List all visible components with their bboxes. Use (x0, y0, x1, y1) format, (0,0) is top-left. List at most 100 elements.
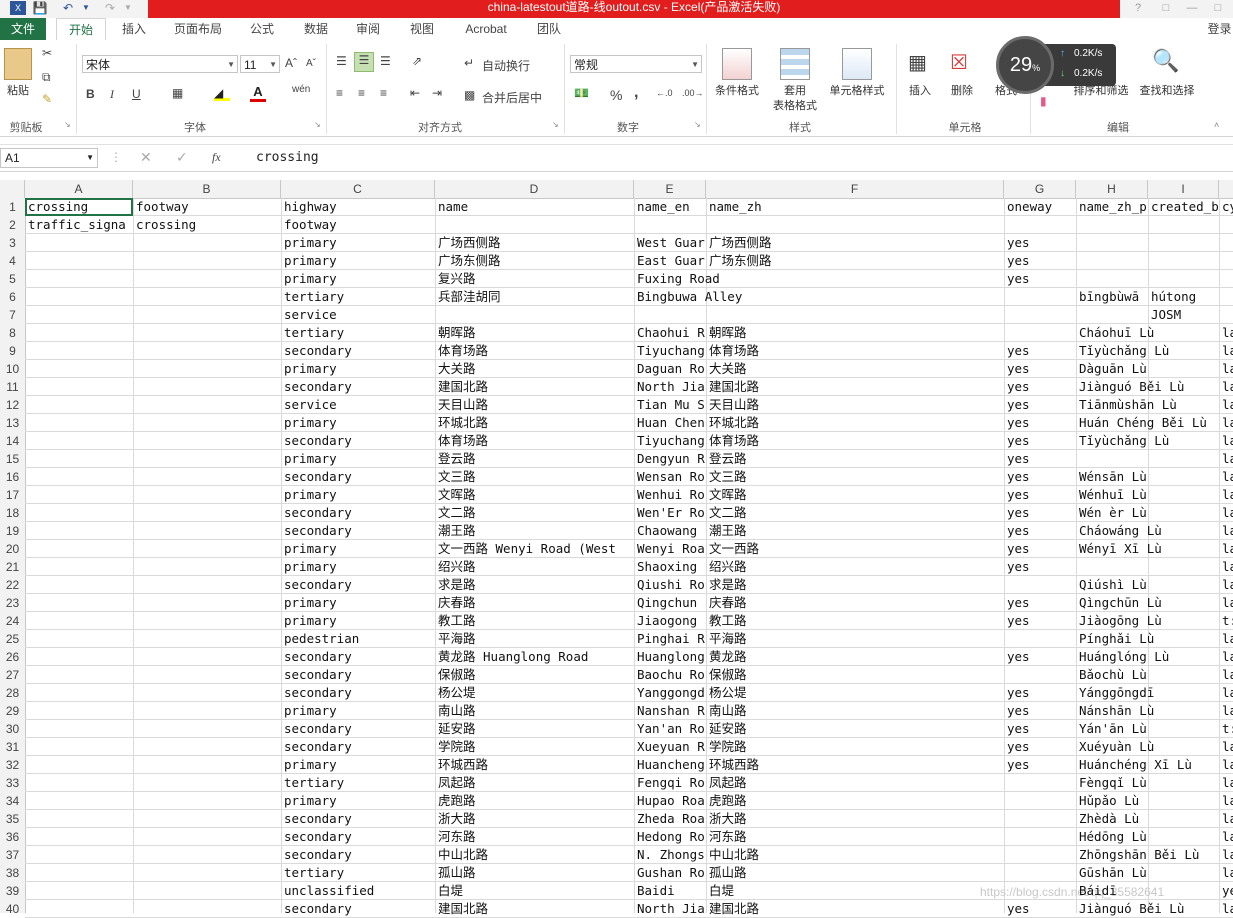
cell-h35[interactable]: Zhèdà Lù (1076, 810, 1219, 828)
align-center-icon[interactable]: ≡ (358, 86, 365, 100)
cell-e13[interactable]: Huan Chen (634, 414, 706, 432)
cell-c37[interactable]: secondary (281, 846, 435, 864)
cell-f30[interactable]: 延安路 (706, 720, 1004, 738)
cell-g32[interactable]: yes (1004, 756, 1076, 774)
row-header[interactable]: 40 (0, 900, 25, 918)
cell-c31[interactable]: secondary (281, 738, 435, 756)
cell-j9[interactable]: la (1219, 342, 1233, 360)
row-header[interactable]: 3 (0, 234, 25, 252)
cell-j26[interactable]: la (1219, 648, 1233, 666)
cell-h40[interactable]: Jiànguó Běi Lù (1076, 900, 1219, 918)
row-header[interactable]: 29 (0, 702, 25, 720)
cell-c15[interactable]: primary (281, 450, 435, 468)
cell-a39[interactable] (25, 882, 133, 900)
cell-b17[interactable] (133, 486, 281, 504)
cell-a17[interactable] (25, 486, 133, 504)
collapse-ribbon-icon[interactable]: ˄ (1214, 120, 1219, 130)
cell-a25[interactable] (25, 630, 133, 648)
cell-c19[interactable]: secondary (281, 522, 435, 540)
row-header[interactable]: 1 (0, 198, 25, 216)
cell-c7[interactable]: service (281, 306, 1148, 324)
column-header-d[interactable]: D (435, 180, 634, 198)
cell-b10[interactable] (133, 360, 281, 378)
row-header[interactable]: 20 (0, 540, 25, 558)
cell-e21[interactable]: Shaoxing (634, 558, 706, 576)
cell-d33[interactable]: 凤起路 (435, 774, 634, 792)
cell-b13[interactable] (133, 414, 281, 432)
cell-f26[interactable]: 黄龙路 (706, 648, 1004, 666)
cell-c39[interactable]: unclassified (281, 882, 435, 900)
cell-c24[interactable]: primary (281, 612, 435, 630)
cell-c2[interactable]: footway (281, 216, 1233, 234)
cell-j19[interactable]: la (1219, 522, 1233, 540)
column-header-h[interactable]: H (1076, 180, 1148, 198)
cell-a7[interactable] (25, 306, 133, 324)
find-select-icon[interactable]: 🔍 (1152, 48, 1179, 74)
cell-g20[interactable]: yes (1004, 540, 1076, 558)
redo-icon[interactable]: ↷ (100, 0, 120, 16)
row-header[interactable]: 37 (0, 846, 25, 864)
cell-e18[interactable]: Wen'Er Ro (634, 504, 706, 522)
cell-g4[interactable]: yes (1004, 252, 1233, 270)
cut-icon[interactable]: ✂ (42, 46, 52, 60)
cell-a16[interactable] (25, 468, 133, 486)
tab-insert[interactable]: 插入 (112, 18, 156, 40)
cell-c33[interactable]: tertiary (281, 774, 435, 792)
cell-a37[interactable] (25, 846, 133, 864)
cell-b34[interactable] (133, 792, 281, 810)
cell-e23[interactable]: Qingchun (634, 594, 706, 612)
cell-d11[interactable]: 建国北路 (435, 378, 634, 396)
cell-f13[interactable]: 环城北路 (706, 414, 1004, 432)
number-launcher-icon[interactable]: ↘ (694, 120, 701, 129)
cell-h19[interactable]: Cháowáng Lù (1076, 522, 1219, 540)
cell-a38[interactable] (25, 864, 133, 882)
cell-g11[interactable]: yes (1004, 378, 1076, 396)
cell-a33[interactable] (25, 774, 133, 792)
cell-h10[interactable]: Dàguān Lù (1076, 360, 1219, 378)
italic-button[interactable]: I (110, 87, 114, 102)
row-header[interactable]: 24 (0, 612, 25, 630)
cell-g31[interactable]: yes (1004, 738, 1076, 756)
cell-c29[interactable]: primary (281, 702, 435, 720)
cell-a30[interactable] (25, 720, 133, 738)
cell-e15[interactable]: Dengyun R (634, 450, 706, 468)
undo-icon[interactable]: ↶ (58, 0, 78, 16)
cell-b32[interactable] (133, 756, 281, 774)
row-header[interactable]: 39 (0, 882, 25, 900)
cell-g1[interactable]: oneway (1004, 198, 1076, 216)
cell-f27[interactable]: 保俶路 (706, 666, 1076, 684)
row-header[interactable]: 34 (0, 792, 25, 810)
wrap-text-icon[interactable]: ↵ (464, 56, 474, 70)
cell-e3[interactable]: West Guar (634, 234, 706, 252)
cell-c22[interactable]: secondary (281, 576, 435, 594)
cell-g18[interactable]: yes (1004, 504, 1076, 522)
cell-g40[interactable]: yes (1004, 900, 1076, 918)
cell-f36[interactable]: 河东路 (706, 828, 1076, 846)
cell-a12[interactable] (25, 396, 133, 414)
cell-f11[interactable]: 建国北路 (706, 378, 1004, 396)
cell-e4[interactable]: East Guar (634, 252, 706, 270)
increase-indent-icon[interactable]: ⇥ (432, 86, 442, 100)
cell-h1[interactable]: name_zh_p (1076, 198, 1148, 216)
cell-f35[interactable]: 浙大路 (706, 810, 1076, 828)
cell-d25[interactable]: 平海路 (435, 630, 634, 648)
cell-c34[interactable]: primary (281, 792, 435, 810)
cell-f28[interactable]: 杨公堤 (706, 684, 1004, 702)
row-header[interactable]: 25 (0, 630, 25, 648)
row-header[interactable]: 5 (0, 270, 25, 288)
cell-a18[interactable] (25, 504, 133, 522)
cell-d10[interactable]: 大关路 (435, 360, 634, 378)
cell-h9[interactable]: Tǐyùchǎng Lù (1076, 342, 1219, 360)
cell-g24[interactable]: yes (1004, 612, 1076, 630)
decrease-decimal-icon[interactable]: .00→ (682, 88, 704, 98)
cell-j29[interactable]: la (1219, 702, 1233, 720)
cell-b6[interactable] (133, 288, 281, 306)
cell-j10[interactable]: la (1219, 360, 1233, 378)
row-header[interactable]: 19 (0, 522, 25, 540)
cell-d18[interactable]: 文二路 (435, 504, 634, 522)
cell-b9[interactable] (133, 342, 281, 360)
cell-i6[interactable]: hútong (1148, 288, 1233, 306)
cell-c16[interactable]: secondary (281, 468, 435, 486)
alignment-launcher-icon[interactable]: ↘ (552, 120, 559, 129)
border-icon[interactable]: ▦ (172, 86, 183, 100)
